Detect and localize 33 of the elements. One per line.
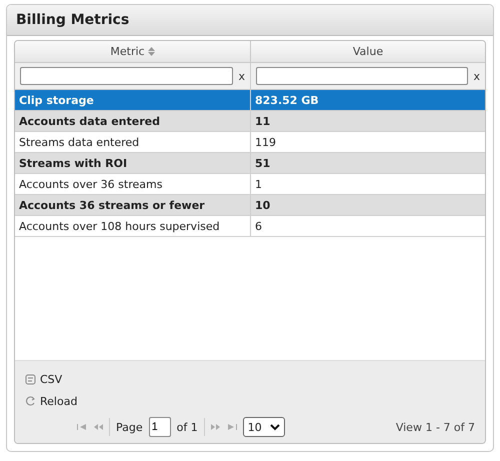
- document-icon: [25, 374, 36, 384]
- table-cell: Accounts over 36 streams: [15, 174, 251, 195]
- column-header[interactable]: Value: [251, 41, 485, 63]
- first-page-icon[interactable]: [77, 423, 87, 431]
- chevron-down-icon: [270, 424, 280, 430]
- clear-filter-button[interactable]: x: [238, 70, 245, 82]
- table-cell: Accounts 36 streams or fewer: [15, 195, 251, 216]
- clear-filter-button[interactable]: x: [473, 70, 480, 82]
- filter-field[interactable]: [256, 67, 468, 85]
- last-page-icon[interactable]: [226, 423, 237, 431]
- page-field[interactable]: 1: [148, 417, 171, 437]
- sort-icon: [148, 47, 155, 56]
- table-cell: Clip storage: [15, 90, 251, 111]
- page-size-select[interactable]: 10: [242, 417, 285, 437]
- table-cell: Accounts data entered: [15, 111, 251, 132]
- table-cell: Accounts over 108 hours supervised: [15, 216, 251, 237]
- table-cell: 51: [251, 153, 485, 174]
- page-count: of 1: [176, 420, 198, 434]
- panel-title: Billing Metrics: [16, 12, 130, 28]
- table-cell: Streams data entered: [15, 132, 251, 153]
- page-label: Page: [116, 420, 143, 434]
- table-cell: Streams with ROI: [15, 153, 251, 174]
- record-count: View 1 - 7 of 7: [396, 420, 475, 434]
- table-cell: 11: [251, 111, 485, 132]
- previous-page-icon[interactable]: [93, 423, 103, 431]
- table-cell: 10: [251, 195, 485, 216]
- table-cell: 823.52 GB: [251, 90, 485, 111]
- csv-button[interactable]: CSV: [25, 371, 62, 387]
- filter-field[interactable]: [20, 67, 234, 85]
- next-page-icon[interactable]: [210, 423, 221, 431]
- reload-button[interactable]: Reload: [25, 393, 78, 409]
- refresh-icon: [25, 395, 36, 407]
- column-header[interactable]: Metric: [15, 41, 251, 63]
